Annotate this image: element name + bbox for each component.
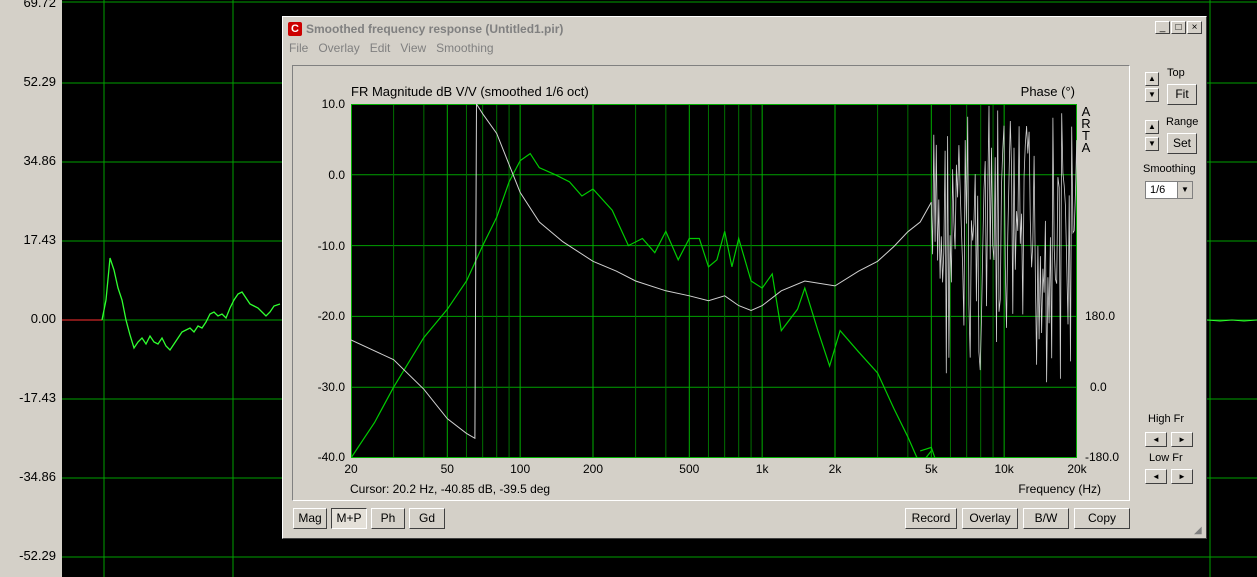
chart-title: FR Magnitude dB V/V (smoothed 1/6 oct) <box>351 84 589 99</box>
resize-grip-icon[interactable]: ◢ <box>1194 526 1204 536</box>
set-button[interactable]: Set <box>1167 133 1197 154</box>
phase-axis-title: Phase (°) <box>1020 84 1075 99</box>
smoothing-value: 1/6 <box>1150 184 1166 196</box>
copy-button[interactable]: Copy <box>1074 508 1130 529</box>
close-button[interactable]: × <box>1187 21 1202 34</box>
smoothing-label: Smoothing <box>1143 163 1196 175</box>
impulse-y-axis: 69.72 52.29 34.86 17.43 0.00 -17.43 -34.… <box>0 0 62 577</box>
window-title: Smoothed frequency response (Untitled1.p… <box>306 22 564 36</box>
y-tick: 0.0 <box>328 168 345 182</box>
menu-edit[interactable]: Edit <box>370 41 391 55</box>
magnitude-series <box>351 152 932 458</box>
impulse-y-tick: -52.29 <box>19 548 56 563</box>
x-tick: 100 <box>510 462 531 476</box>
x-tick: 50 <box>440 462 454 476</box>
phase-tick: 180.0 <box>1085 309 1116 323</box>
smoothed-fr-window: C Smoothed frequency response (Untitled1… <box>282 16 1207 539</box>
top-label: Top <box>1167 67 1185 79</box>
smoothing-select[interactable]: 1/6 ▼ <box>1145 181 1193 199</box>
x-tick: 500 <box>679 462 700 476</box>
range-up-arrow-icon[interactable]: ▲ <box>1145 120 1159 134</box>
range-label: Range <box>1166 116 1199 128</box>
x-axis-label: Frequency (Hz) <box>1018 482 1101 496</box>
impulse-y-tick: 69.72 <box>23 0 56 10</box>
window-titlebar[interactable]: C Smoothed frequency response (Untitled1… <box>285 19 1204 39</box>
menu-file[interactable]: File <box>289 41 308 55</box>
menu-view[interactable]: View <box>400 41 426 55</box>
phase-tick: 0.0 <box>1090 380 1107 394</box>
impulse-y-tick: 34.86 <box>23 153 56 168</box>
plot-panel: FR Magnitude dB V/V (smoothed 1/6 oct) P… <box>292 65 1130 501</box>
group-delay-button[interactable]: Gd <box>409 508 445 529</box>
y-tick: -10.0 <box>317 239 345 253</box>
impulse-y-tick: -34.86 <box>19 469 56 484</box>
mag-button[interactable]: Mag <box>293 508 327 529</box>
low-fr-left-arrow-icon[interactable]: ◄ <box>1145 469 1167 484</box>
impulse-y-tick: 52.29 <box>23 74 56 89</box>
y-tick: -20.0 <box>317 309 345 323</box>
arta-watermark: A R T A <box>1080 105 1092 155</box>
bw-button[interactable]: B/W <box>1023 508 1069 529</box>
fit-button[interactable]: Fit <box>1167 84 1197 105</box>
minimize-button[interactable]: _ <box>1155 21 1170 34</box>
chevron-down-icon[interactable]: ▼ <box>1177 182 1192 198</box>
x-tick: 20k <box>1067 462 1087 476</box>
impulse-y-tick: 0.00 <box>30 311 56 326</box>
impulse-trace-tail <box>1206 319 1257 322</box>
impulse-trace <box>101 257 281 352</box>
high-fr-left-arrow-icon[interactable]: ◄ <box>1145 432 1167 447</box>
y-tick: -30.0 <box>317 380 345 394</box>
impulse-y-tick: 17.43 <box>23 232 56 247</box>
x-tick: 200 <box>582 462 604 476</box>
x-tick: 20 <box>344 462 358 476</box>
record-button[interactable]: Record <box>905 508 957 529</box>
top-down-arrow-icon[interactable]: ▼ <box>1145 88 1159 102</box>
menu-overlay[interactable]: Overlay <box>318 41 359 55</box>
low-fr-right-arrow-icon[interactable]: ► <box>1171 469 1193 484</box>
x-tick: 5k <box>924 462 938 476</box>
x-tick: 2k <box>828 462 842 476</box>
arta-letter: A <box>1081 140 1091 155</box>
high-fr-right-arrow-icon[interactable]: ► <box>1171 432 1193 447</box>
arta-app-icon: C <box>288 22 302 36</box>
menu-bar: File Overlay Edit View Smoothing <box>289 41 494 55</box>
phase-button[interactable]: Ph <box>371 508 405 529</box>
overlay-button[interactable]: Overlay <box>962 508 1018 529</box>
y-tick: 10.0 <box>321 97 345 111</box>
frequency-response-plot[interactable] <box>351 104 1077 458</box>
maximize-button[interactable]: □ <box>1171 21 1186 34</box>
top-up-arrow-icon[interactable]: ▲ <box>1145 72 1159 86</box>
phase-series <box>351 104 932 440</box>
menu-smoothing[interactable]: Smoothing <box>436 41 493 55</box>
range-down-arrow-icon[interactable]: ▼ <box>1145 137 1159 151</box>
magnitude-tail <box>920 446 936 458</box>
mag-phase-button[interactable]: M+P <box>331 508 367 529</box>
impulse-y-tick: -17.43 <box>19 390 56 405</box>
high-fr-label: High Fr <box>1148 413 1185 425</box>
x-tick: 1k <box>755 462 769 476</box>
x-tick: 10k <box>994 462 1014 476</box>
low-fr-label: Low Fr <box>1149 452 1183 464</box>
cursor-readout: Cursor: 20.2 Hz, -40.85 dB, -39.5 deg <box>350 482 551 496</box>
